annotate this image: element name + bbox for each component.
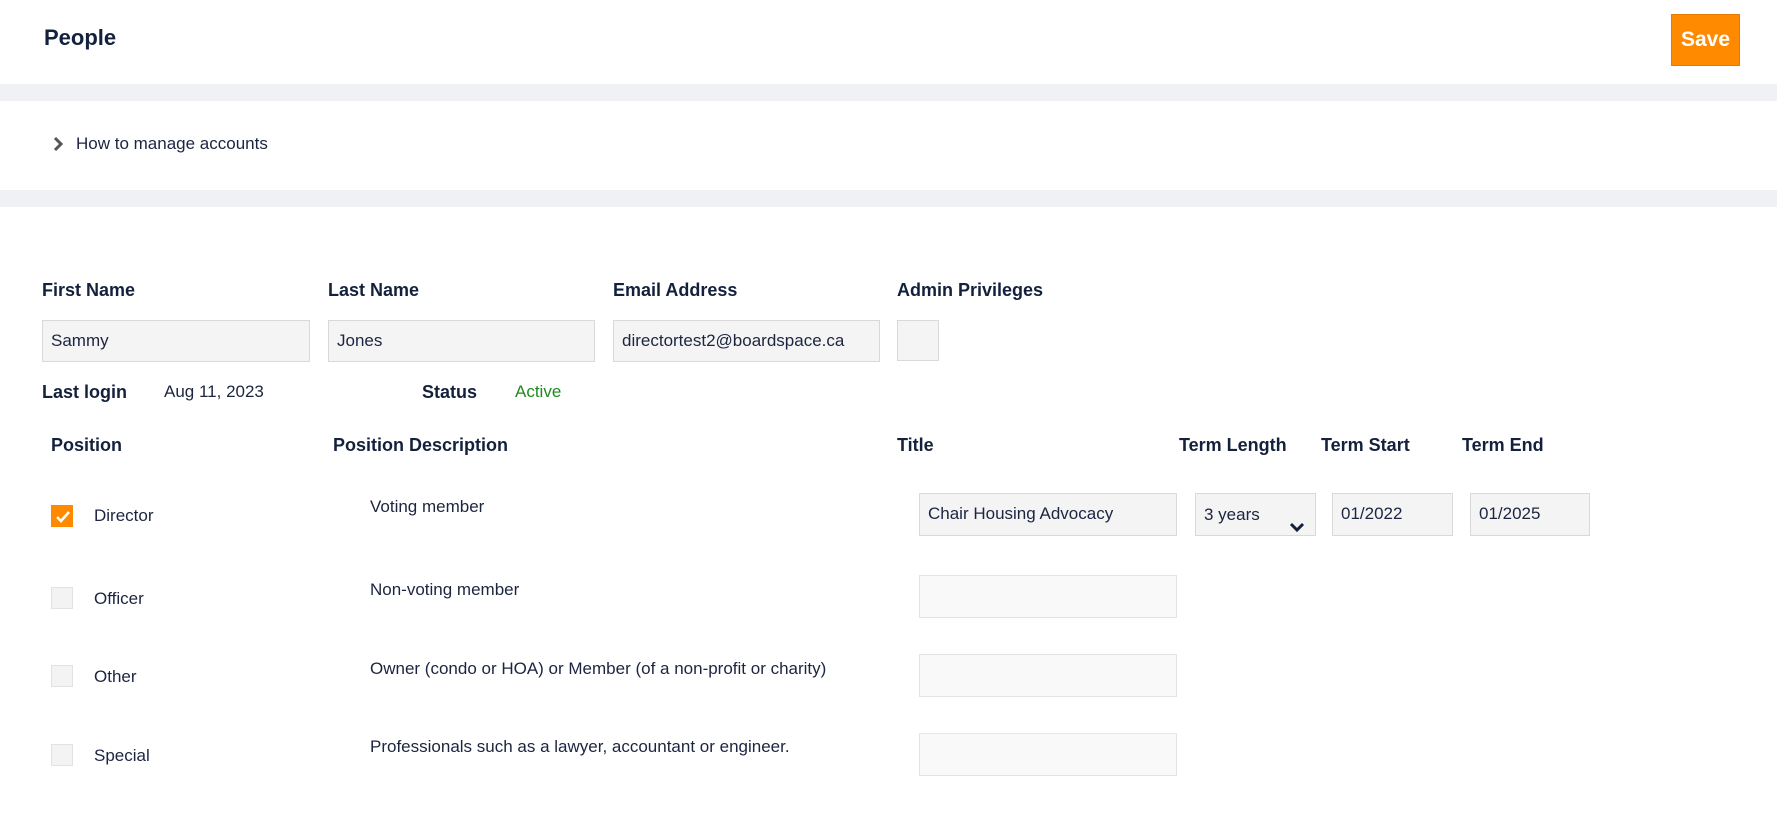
position-description-officer: Non-voting member (370, 580, 520, 599)
first-name-field[interactable]: Sammy (42, 320, 310, 362)
last-name-field[interactable]: Jones (328, 320, 595, 362)
status-label: Status (422, 382, 478, 402)
status-value: Active (515, 382, 562, 401)
term-length-header: Term Length (1179, 435, 1287, 455)
position-label-officer: Officer (94, 589, 144, 608)
title-header: Title (897, 435, 934, 455)
last-login-label: Last login (42, 382, 127, 402)
chevron-right-icon (52, 136, 64, 152)
other-checkbox[interactable] (51, 665, 73, 687)
term-length-value: 3 years (1204, 505, 1260, 524)
position-label-other: Other (94, 667, 137, 686)
title-field-director[interactable]: Chair Housing Advocacy (919, 493, 1177, 536)
last-login-value: Aug 11, 2023 (164, 382, 264, 401)
officer-checkbox[interactable] (51, 587, 73, 609)
divider-band (0, 84, 1777, 101)
term-start-field[interactable]: 01/2022 (1332, 493, 1453, 536)
email-field[interactable]: directortest2@boardspace.ca (613, 320, 880, 362)
director-checkbox[interactable] (51, 505, 73, 527)
position-label-special: Special (94, 746, 150, 765)
term-end-header: Term End (1462, 435, 1544, 455)
term-end-field[interactable]: 01/2025 (1470, 493, 1590, 536)
position-description-header: Position Description (333, 435, 509, 455)
last-name-label: Last Name (328, 280, 420, 300)
help-toggle-label: How to manage accounts (76, 134, 268, 153)
email-label: Email Address (613, 280, 738, 300)
title-field-special[interactable] (919, 733, 1177, 776)
admin-privileges-label: Admin Privileges (897, 280, 1044, 300)
title-field-other[interactable] (919, 654, 1177, 697)
checkmark-icon (56, 511, 70, 523)
position-header: Position (51, 435, 122, 455)
term-start-header: Term Start (1321, 435, 1410, 455)
title-field-officer[interactable] (919, 575, 1177, 618)
position-description-director: Voting member (370, 497, 485, 516)
special-checkbox[interactable] (51, 744, 73, 766)
divider-band (0, 190, 1777, 207)
save-button[interactable]: Save (1671, 14, 1740, 66)
position-description-special: Professionals such as a lawyer, accounta… (370, 737, 790, 756)
chevron-down-icon (1289, 508, 1305, 549)
help-toggle[interactable]: How to manage accounts (52, 134, 268, 154)
admin-privileges-checkbox[interactable] (897, 320, 939, 361)
first-name-label: First Name (42, 280, 136, 300)
position-description-other: Owner (condo or HOA) or Member (of a non… (370, 659, 827, 678)
page-title: People (44, 25, 117, 50)
term-length-select[interactable]: 3 years (1195, 493, 1316, 536)
page-header: People Save (0, 0, 1777, 84)
position-label-director: Director (94, 506, 154, 525)
